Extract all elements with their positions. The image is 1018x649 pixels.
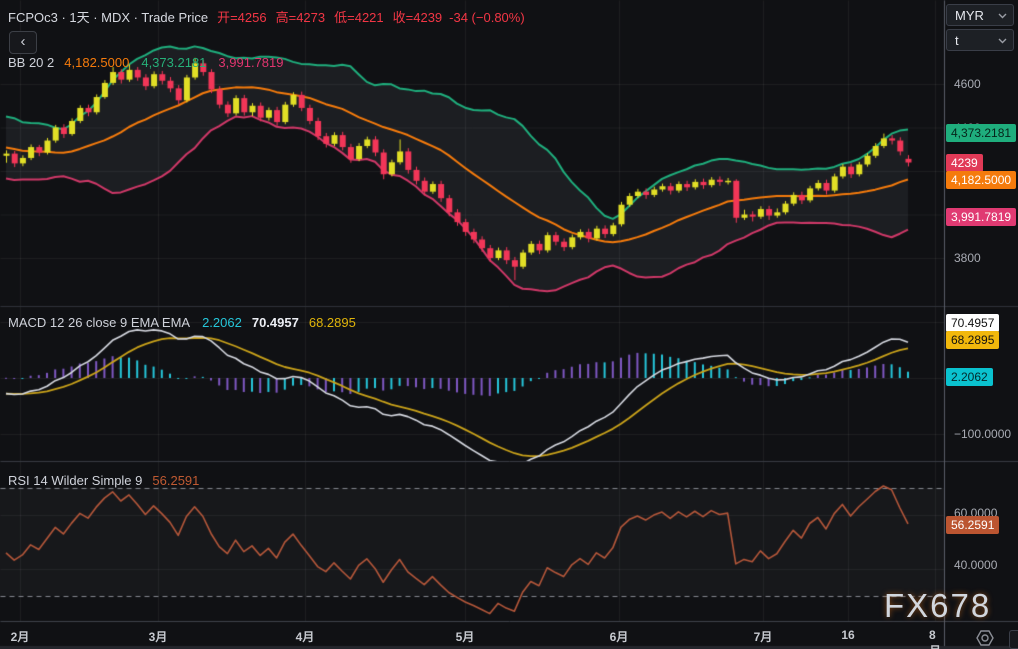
- time-axis[interactable]: 2月 3月 4月 5月 6月 7月 16 8月: [0, 621, 944, 649]
- unit-dropdown[interactable]: t: [946, 29, 1014, 51]
- currency-dropdown[interactable]: MYR: [946, 4, 1014, 26]
- axis-price-tag: 68.2895: [946, 331, 999, 349]
- axis-price-tag: 56.2591: [946, 516, 999, 534]
- ohlc-high: 高=4273: [276, 10, 326, 25]
- time-tick-label: 16: [841, 628, 854, 642]
- macd-signal-value: 68.2895: [309, 315, 356, 330]
- watermark: FX678: [884, 587, 991, 625]
- axis-tick-label: 4600: [954, 77, 981, 91]
- ohlc-open: 开=4256: [217, 10, 267, 25]
- rsi-value: 56.2591: [152, 473, 199, 488]
- axis-price-tag: 4239: [946, 154, 983, 172]
- bollinger-upper-value: 4,373.2181: [141, 55, 206, 70]
- unit-dropdown-value: t: [955, 33, 959, 48]
- axis-price-tag: 3,991.7819: [946, 208, 1016, 226]
- macd-legend-title: MACD 12 26 close 9 EMA EMA: [8, 315, 190, 330]
- axis-tick-label: 3800: [954, 251, 981, 265]
- axis-price-tag: 4,182.5000: [946, 171, 1016, 189]
- rsi-legend-title: RSI 14 Wilder Simple 9: [8, 473, 142, 488]
- time-tick-label: 4月: [296, 628, 315, 645]
- currency-dropdown-value: MYR: [955, 8, 984, 23]
- bollinger-legend-title: BB 20 2: [8, 55, 54, 70]
- bollinger-legend[interactable]: BB 20 2 4,182.5000 4,373.2181 3,991.7819: [8, 55, 284, 70]
- axis-tick-label: 40.0000: [954, 558, 997, 572]
- ohlc-close: 收=4239: [393, 10, 443, 25]
- time-tick-label: 5月: [456, 628, 475, 645]
- chart-header: FCPOc3 · 1天 · MDX · Trade Price 开=4256 高=4…: [8, 7, 525, 26]
- time-tick-label: 3月: [149, 628, 168, 645]
- back-button[interactable]: ‹: [9, 31, 37, 54]
- bollinger-lower-value: 3,991.7819: [218, 55, 283, 70]
- rsi-legend[interactable]: RSI 14 Wilder Simple 9 56.2591: [8, 473, 199, 488]
- settings-button[interactable]: [973, 628, 999, 648]
- change-value: -34 (−0.80%): [449, 10, 525, 25]
- time-tick-label: 7月: [754, 628, 773, 645]
- macd-line-value: 70.4957: [252, 315, 299, 330]
- bollinger-basis-value: 4,182.5000: [64, 55, 129, 70]
- macd-hist-value: 2.2062: [202, 315, 242, 330]
- time-tick-label: 6月: [610, 628, 629, 645]
- chevron-left-icon: ‹: [21, 33, 26, 50]
- chevron-down-icon: [998, 13, 1007, 19]
- chevron-down-icon: [998, 38, 1007, 44]
- chart-window: FCPOc3 · 1天 · MDX · Trade Price 开=4256 高=4…: [0, 0, 1018, 649]
- macd-legend[interactable]: MACD 12 26 close 9 EMA EMA 2.2062 70.4957 6…: [8, 315, 356, 330]
- ohlc-low: 低=4221: [334, 10, 384, 25]
- axis-price-tag: 4,373.2181: [946, 124, 1016, 142]
- symbol-title[interactable]: FCPOc3 · 1天 · MDX · Trade Price: [8, 10, 208, 25]
- axis-tick-label: −100.0000: [954, 427, 1011, 441]
- time-tick-label: 8月: [929, 628, 941, 649]
- time-tick-label: 2月: [11, 628, 30, 645]
- axis-price-tag: 2.2062: [946, 368, 993, 386]
- collapsed-panel-button[interactable]: [1009, 630, 1018, 649]
- gear-icon: [973, 628, 997, 648]
- axis-price-tag: 70.4957: [946, 314, 999, 332]
